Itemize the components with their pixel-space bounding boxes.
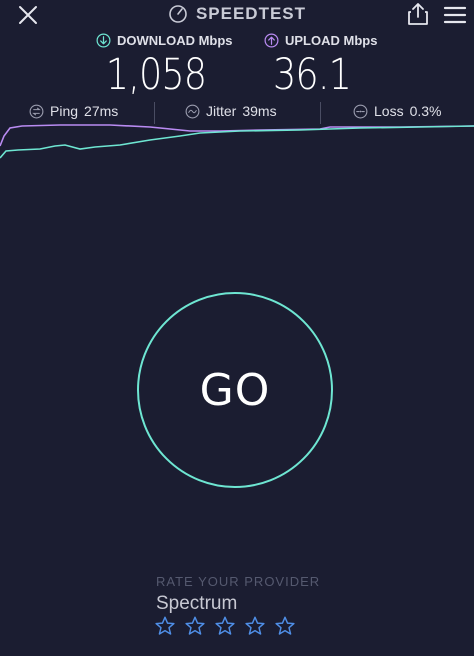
go-button[interactable]: GO: [137, 292, 333, 488]
ping-icon: [29, 104, 44, 118]
go-label: GO: [199, 364, 271, 416]
loss-label: Loss: [374, 103, 404, 119]
star-icon[interactable]: [244, 615, 266, 637]
rate-provider-label: RATE YOUR PROVIDER: [156, 574, 321, 589]
provider-name: Spectrum: [156, 593, 238, 614]
star-icon[interactable]: [154, 615, 176, 637]
speed-graph: [0, 124, 474, 159]
upload-label: UPLOAD Mbps: [264, 31, 377, 49]
jitter-icon: [185, 104, 200, 118]
loss-icon: [353, 104, 368, 118]
ping-label: Ping: [50, 103, 79, 119]
share-icon: [408, 3, 428, 25]
upload-line: [0, 124, 474, 147]
download-label-text: DOWNLOAD Mbps: [117, 32, 233, 48]
star-icon[interactable]: [184, 615, 206, 637]
upload-label-text: UPLOAD Mbps: [285, 32, 378, 48]
download-arrow-icon: [96, 33, 111, 47]
menu-button[interactable]: [443, 4, 467, 26]
upload-value: 36.1: [273, 50, 352, 100]
brand-header: SPEEDTEST: [0, 3, 474, 25]
jitter-value: 39ms: [242, 103, 277, 119]
download-value: 1,058: [105, 50, 207, 100]
download-line: [0, 125, 474, 159]
loss-value: 0.3%: [409, 103, 442, 119]
jitter-label: Jitter: [206, 103, 237, 119]
ping-value: 27ms: [84, 103, 119, 119]
share-button[interactable]: [406, 1, 430, 27]
star-rating[interactable]: [154, 615, 296, 637]
download-label: DOWNLOAD Mbps: [96, 31, 233, 49]
star-icon[interactable]: [274, 615, 296, 637]
menu-icon: [443, 6, 467, 24]
brand-title: SPEEDTEST: [195, 4, 307, 23]
speedometer-icon: [169, 5, 187, 23]
upload-arrow-icon: [264, 33, 279, 47]
star-icon[interactable]: [214, 615, 236, 637]
